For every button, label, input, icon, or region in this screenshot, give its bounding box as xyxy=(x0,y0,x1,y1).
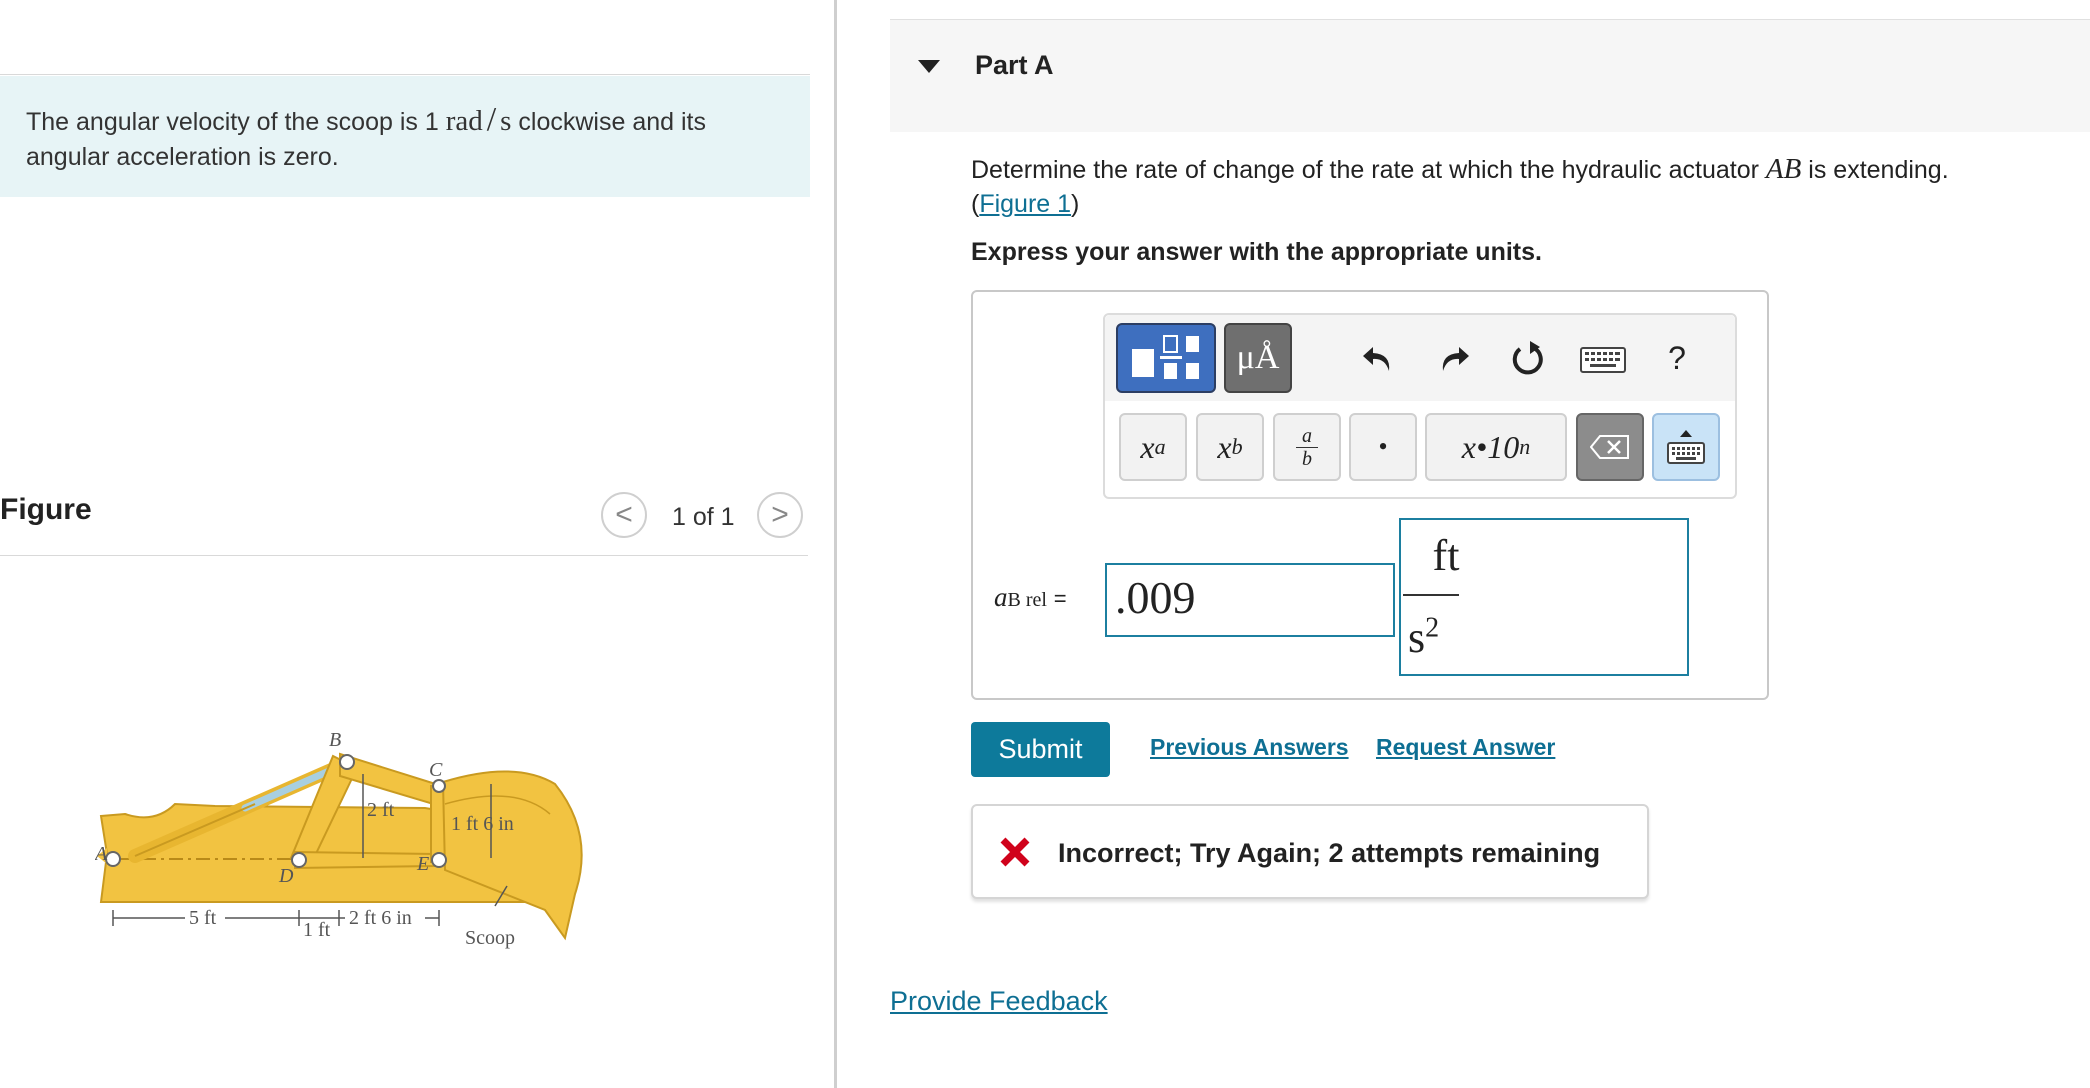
multiply-dot-button[interactable]: • xyxy=(1349,413,1417,481)
figure-1-link[interactable]: Figure 1 xyxy=(979,190,1071,218)
templates-button[interactable] xyxy=(1116,323,1216,393)
label-c: C xyxy=(429,759,443,781)
figure-divider xyxy=(0,555,808,556)
sci-base: x•10 xyxy=(1461,428,1520,465)
unit-den-base: s xyxy=(1408,613,1426,662)
subscript-button[interactable]: xb xyxy=(1196,413,1264,481)
answer-value-input[interactable]: .009 xyxy=(1105,563,1395,637)
sup-base: x xyxy=(1140,428,1155,465)
answer-var: a xyxy=(994,582,1008,612)
superscript-button[interactable]: xa xyxy=(1119,413,1187,481)
figure-counter: 1 of 1 xyxy=(672,503,735,531)
error-x-icon xyxy=(1000,837,1030,867)
previous-figure-button[interactable]: < xyxy=(601,492,647,538)
units-button[interactable]: μÅ xyxy=(1224,323,1292,393)
dim-2ft6in: 2 ft 6 in xyxy=(349,907,412,929)
undo-button[interactable] xyxy=(1356,338,1400,382)
label-scoop: Scoop xyxy=(465,927,515,949)
dim-5ft: 5 ft xyxy=(189,907,217,929)
panel-divider[interactable] xyxy=(834,0,837,1088)
label-e: E xyxy=(416,853,429,875)
reset-button[interactable] xyxy=(1506,336,1550,382)
scientific-notation-button[interactable]: x•10 n xyxy=(1425,413,1567,481)
feedback-message: Incorrect; Try Again; 2 attempts remaini… xyxy=(1058,838,1601,868)
unit-rad: rad xyxy=(445,105,483,137)
unit-denominator: s2 xyxy=(1408,612,1439,663)
next-figure-button[interactable]: > xyxy=(757,492,803,538)
backspace-icon xyxy=(1590,435,1629,459)
label-d: D xyxy=(278,865,294,887)
unit-numerator: ft xyxy=(1432,531,1460,580)
toggle-keyboard-button[interactable] xyxy=(1652,413,1720,481)
part-a-title[interactable]: Part A xyxy=(975,50,1054,81)
intro-text-part: The angular velocity of the scoop is 1 xyxy=(26,108,446,136)
chevron-right-icon: > xyxy=(771,498,789,531)
question-text: Determine the rate of change of the rate… xyxy=(971,152,2051,221)
sub-index: b xyxy=(1231,434,1243,459)
reset-icon xyxy=(1512,341,1543,375)
redo-icon xyxy=(1442,347,1469,371)
pin-c xyxy=(432,779,446,793)
unit-fraction-bar xyxy=(1403,594,1459,596)
fraction-symbol: a b xyxy=(1296,425,1318,470)
unit-den-exponent: 2 xyxy=(1425,612,1440,644)
submit-button[interactable]: Submit xyxy=(971,722,1110,777)
backspace-button[interactable] xyxy=(1576,413,1644,481)
label-a: A xyxy=(95,843,108,865)
request-answer-link[interactable]: Request Answer xyxy=(1376,734,1555,761)
sub-base: x xyxy=(1217,428,1232,465)
help-button[interactable]: ? xyxy=(1660,336,1694,380)
pin-e xyxy=(431,852,447,868)
frac-denominator: b xyxy=(1302,447,1312,470)
frac-numerator: a xyxy=(1302,424,1312,447)
sci-exponent: n xyxy=(1519,434,1531,459)
answer-instruction: Express your answer with the appropriate… xyxy=(971,238,1542,266)
paren-close: ) xyxy=(1071,190,1080,218)
previous-answers-link[interactable]: Previous Answers xyxy=(1150,734,1349,761)
question-variable: AB xyxy=(1765,153,1802,185)
sup-exponent: a xyxy=(1154,434,1166,459)
pin-b xyxy=(339,754,355,770)
scoop-body xyxy=(441,770,583,941)
dim-2ft: 2 ft xyxy=(367,799,395,821)
pin-a xyxy=(105,851,121,867)
undo-icon xyxy=(1363,347,1390,371)
answer-variable-label: aB rel = xyxy=(994,582,1067,613)
equals-sign: = xyxy=(1053,586,1067,611)
question-text-part: Determine the rate of change of the rate… xyxy=(971,156,1766,184)
dim-1ft6in: 1 ft 6 in xyxy=(451,813,514,835)
keyboard-shortcuts-button[interactable] xyxy=(1578,342,1628,378)
excavator-arm-figure: A B C D E 2 ft 1 ft 6 in 5 ft 1 ft 2 ft … xyxy=(95,729,583,949)
pin-d xyxy=(291,852,307,868)
fraction-button[interactable]: a b xyxy=(1273,413,1341,481)
template-fraction-icon xyxy=(1132,335,1199,379)
keyboard-icon xyxy=(1580,347,1626,373)
caret-down-icon[interactable] xyxy=(918,60,940,73)
label-b: B xyxy=(329,729,341,751)
unit-s: s xyxy=(500,105,512,137)
link-de xyxy=(294,850,436,870)
redo-button[interactable] xyxy=(1432,338,1476,382)
question-text-part: is extending. xyxy=(1801,156,1949,184)
dim-1ft: 1 ft xyxy=(303,919,331,941)
figure-heading: Figure xyxy=(0,493,92,526)
answer-var-subscript: B rel xyxy=(1007,589,1047,611)
left-top-divider xyxy=(0,74,810,75)
intro-text: The angular velocity of the scoop is 1 r… xyxy=(26,102,786,175)
chevron-left-icon: < xyxy=(615,498,633,531)
part-a-header[interactable] xyxy=(890,20,2090,132)
provide-feedback-link[interactable]: Provide Feedback xyxy=(890,986,1108,1017)
keyboard-toggle-icon xyxy=(1667,430,1705,464)
unit-slash: / xyxy=(486,101,497,138)
